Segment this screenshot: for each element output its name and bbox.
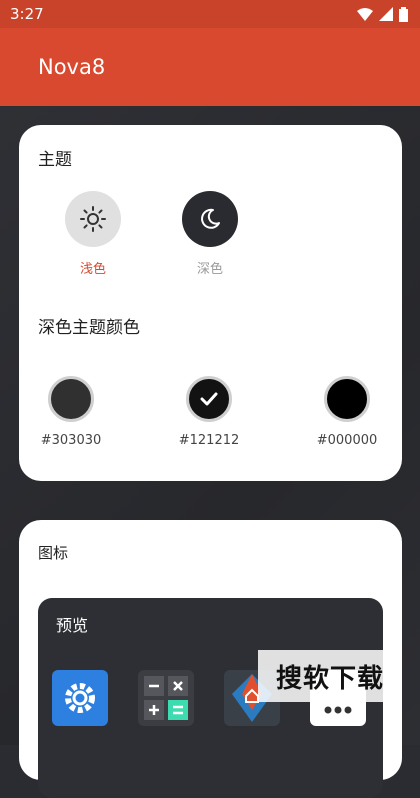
dark-theme-button[interactable]	[182, 191, 238, 247]
status-icons	[357, 6, 408, 22]
signal-icon	[379, 7, 393, 21]
preview-title: 预览	[56, 616, 89, 635]
calculator-app-icon[interactable]	[138, 670, 194, 726]
checkmark-icon	[200, 392, 218, 406]
swatch-label-121212: #121212	[178, 433, 240, 448]
status-bar: 3:27	[0, 0, 420, 28]
watermark-logo: 搜软下载	[258, 650, 402, 702]
app-bar: Nova8	[0, 28, 420, 106]
theme-card: 主题 浅色 深色 深色主题颜色 #303030 #121212 #000000	[19, 125, 402, 481]
swatch-label-303030: #303030	[40, 433, 102, 448]
gear-icon	[65, 683, 95, 713]
battery-icon	[399, 6, 408, 22]
status-time: 3:27	[10, 5, 44, 23]
calculator-icon	[144, 676, 188, 720]
light-theme-label: 浅色	[79, 262, 106, 277]
theme-section-title: 主题	[38, 150, 72, 170]
dark-theme-label: 深色	[196, 262, 223, 277]
settings-app-icon[interactable]	[52, 670, 108, 726]
swatch-303030[interactable]	[48, 376, 94, 422]
moon-icon	[201, 208, 220, 229]
app-title: Nova8	[38, 55, 106, 79]
swatch-label-000000: #000000	[316, 433, 378, 448]
dark-color-section-title: 深色主题颜色	[38, 318, 140, 338]
swatch-121212[interactable]	[186, 376, 232, 422]
swatch-000000[interactable]	[324, 376, 370, 422]
sun-icon	[80, 206, 106, 232]
light-theme-button[interactable]	[65, 191, 121, 247]
icons-section-title: 图标	[38, 544, 69, 562]
wifi-icon	[357, 7, 373, 21]
